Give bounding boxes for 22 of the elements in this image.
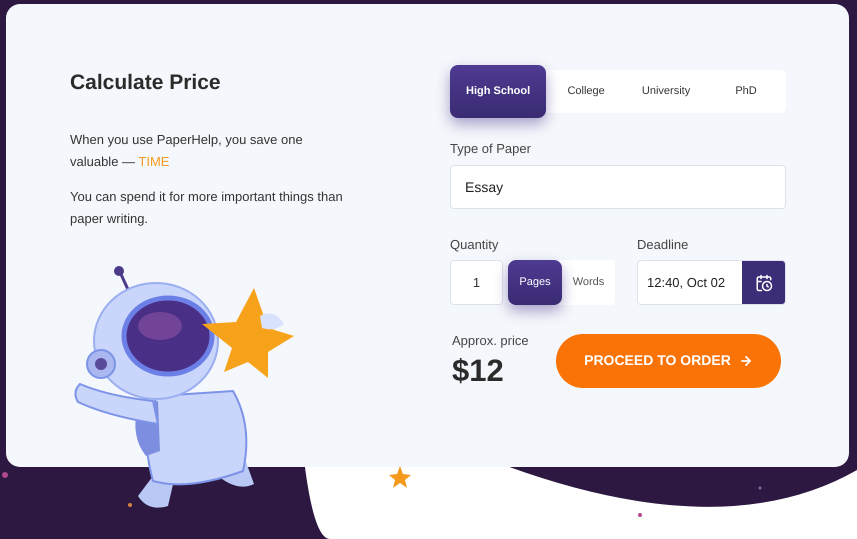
arrow-right-icon <box>738 354 753 368</box>
level-tab[interactable]: PhD <box>706 70 786 113</box>
deadline-field[interactable]: 12:40, Oct 02 <box>637 260 786 305</box>
star-icon <box>389 466 411 488</box>
level-tab[interactable]: University <box>626 70 706 113</box>
level-tab[interactable]: College <box>546 70 626 113</box>
intro-text: When you use PaperHelp, you save one valuable — TIME <box>70 130 304 170</box>
unit-option[interactable]: Words <box>562 260 615 305</box>
price-label: Approx. price <box>452 332 530 350</box>
page-title: Calculate Price <box>70 70 222 96</box>
price-value: $12 <box>452 352 505 390</box>
quantity-label: Quantity <box>450 236 500 254</box>
quantity-field[interactable]: 1 <box>450 260 503 305</box>
unit-option[interactable]: Pages <box>508 260 562 305</box>
paper-type-label: Type of Paper <box>450 140 532 158</box>
deadline-value: 12:40, Oct 02 <box>646 274 726 292</box>
paper-type-field[interactable]: Essay <box>450 164 786 208</box>
calendar-button[interactable] <box>742 261 785 304</box>
note-text: You can spend it for more important things than paper writing. <box>70 188 344 228</box>
deadline-label: Deadline <box>637 236 690 254</box>
level-tab[interactable]: High School <box>450 65 546 118</box>
calendar-icon <box>754 274 772 292</box>
